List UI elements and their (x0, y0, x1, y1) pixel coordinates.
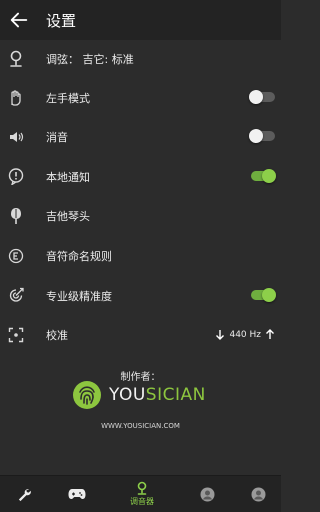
precision-icon (7, 287, 25, 305)
gamepad-icon (68, 489, 86, 499)
app-header: 设置 (0, 0, 281, 40)
avatar-icon (200, 487, 214, 501)
nav-profile-2[interactable] (248, 476, 268, 512)
setting-label: 吉他琴头 (46, 209, 90, 223)
pro-precision-toggle[interactable] (249, 288, 276, 302)
wrench-icon (18, 488, 31, 501)
setting-label: 调弦： 吉它: 标准 (46, 52, 134, 66)
nav-tools[interactable] (12, 476, 36, 512)
setting-row-local-notifications[interactable]: 本地通知 (0, 157, 281, 196)
bottom-navigation: 调音器 (0, 475, 281, 512)
setting-label: 校准 (46, 328, 68, 342)
arrow-left-icon[interactable] (8, 9, 30, 31)
calibration-control: 440 Hz (215, 329, 275, 340)
setting-label: 音符命名规则 (46, 249, 112, 263)
left-hand-icon (7, 89, 25, 107)
setting-row-note-naming[interactable]: 音符命名规则 (0, 236, 281, 275)
tuning-fork-icon (7, 50, 25, 68)
yousician-logo: YOUSICIAN (72, 379, 212, 411)
speaker-icon (7, 128, 25, 146)
setting-row-guitar-headstock[interactable]: 吉他琴头 (0, 196, 281, 235)
left-hand-toggle[interactable] (249, 90, 276, 104)
page-title: 设置 (46, 12, 77, 30)
nav-tuner[interactable]: 调音器 (122, 476, 162, 512)
calibrate-icon (7, 326, 25, 344)
nav-tuner-label: 调音器 (130, 497, 154, 506)
guitar-headstock-icon (7, 207, 25, 225)
setting-row-mute[interactable]: 消音 (0, 117, 281, 156)
avatar-icon (251, 487, 265, 501)
setting-label: 专业级精准度 (46, 289, 112, 303)
logo-wordmark: YOUSICIAN (109, 385, 206, 405)
mute-toggle[interactable] (249, 129, 276, 143)
setting-row-pro-precision[interactable]: 专业级精准度 (0, 276, 281, 315)
note-naming-icon (7, 247, 25, 265)
setting-label: 本地通知 (46, 170, 90, 184)
nav-games[interactable] (64, 476, 90, 512)
website-link[interactable]: WWW.YOUSICIAN.COM (0, 422, 281, 430)
setting-label: 消音 (46, 130, 68, 144)
arrow-up-icon[interactable] (265, 329, 275, 340)
calibration-value: 440 Hz (229, 329, 261, 340)
setting-row-left-hand-mode[interactable]: 左手模式 (0, 78, 281, 117)
setting-row-calibrate: 校准 440 Hz (0, 315, 281, 354)
notifications-toggle[interactable] (249, 169, 276, 183)
setting-row-tuning[interactable]: 调弦： 吉它: 标准 (0, 39, 281, 78)
setting-label: 左手模式 (46, 91, 90, 105)
arrow-down-icon[interactable] (215, 329, 225, 340)
notification-icon (7, 168, 25, 186)
tuner-icon (137, 481, 147, 495)
fingerprint-logo-icon (73, 381, 101, 409)
nav-profile-1[interactable] (197, 476, 217, 512)
